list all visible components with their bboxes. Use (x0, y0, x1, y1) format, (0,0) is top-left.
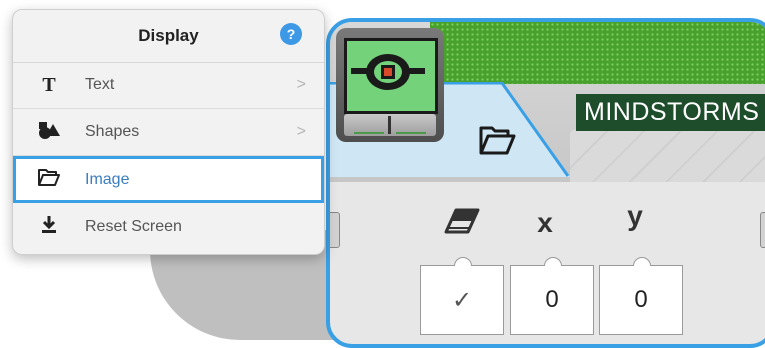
download-reset-icon (35, 214, 63, 239)
x-value-input[interactable]: 0 (510, 257, 594, 335)
menu-item-text[interactable]: T Text > (13, 62, 324, 109)
menu-title-text: Display (138, 26, 199, 45)
y-coordinate-label: y (627, 200, 643, 231)
display-eye-icon (351, 54, 425, 90)
y-value-input[interactable]: 0 (599, 257, 683, 335)
help-icon[interactable]: ? (280, 23, 302, 45)
block-right-plug (760, 212, 765, 248)
menu-item-shapes[interactable]: Shapes > (13, 109, 324, 156)
text-T-icon: T (42, 73, 56, 96)
menu-item-image[interactable]: Image (13, 156, 324, 203)
menu-item-label: Image (85, 170, 130, 188)
clear-screen-checkbox[interactable]: ✓ (420, 257, 504, 335)
block-green-header (430, 22, 765, 84)
x-coordinate-label: x (537, 207, 553, 238)
display-block[interactable]: MINDSTORMS x y ✓ 0 0 (326, 18, 765, 348)
brick-screen (344, 38, 438, 114)
menu-item-label: Reset Screen (85, 217, 182, 235)
chevron-right-icon: > (296, 123, 306, 140)
menu-item-label: Shapes (85, 123, 140, 140)
display-mode-menu: Display ? T Text > Shapes > Image Reset … (12, 9, 325, 255)
folder-open-icon[interactable] (478, 122, 518, 156)
brick-base (344, 114, 436, 136)
shapes-icon (35, 120, 63, 145)
block-left-plug (330, 212, 340, 248)
folder-open-icon (35, 167, 63, 192)
menu-title: Display ? (13, 10, 324, 63)
y-value: 0 (634, 286, 648, 313)
checkmark-icon: ✓ (451, 286, 473, 314)
eraser-icon (444, 208, 480, 234)
chevron-right-icon: > (296, 76, 306, 93)
x-value: 0 (545, 286, 559, 313)
brand-label: MINDSTORMS (576, 94, 765, 131)
menu-item-reset-screen[interactable]: Reset Screen (13, 203, 324, 250)
block-header-pattern (570, 130, 765, 182)
menu-item-label: Text (85, 76, 115, 93)
ev3-brick-icon (336, 28, 444, 142)
